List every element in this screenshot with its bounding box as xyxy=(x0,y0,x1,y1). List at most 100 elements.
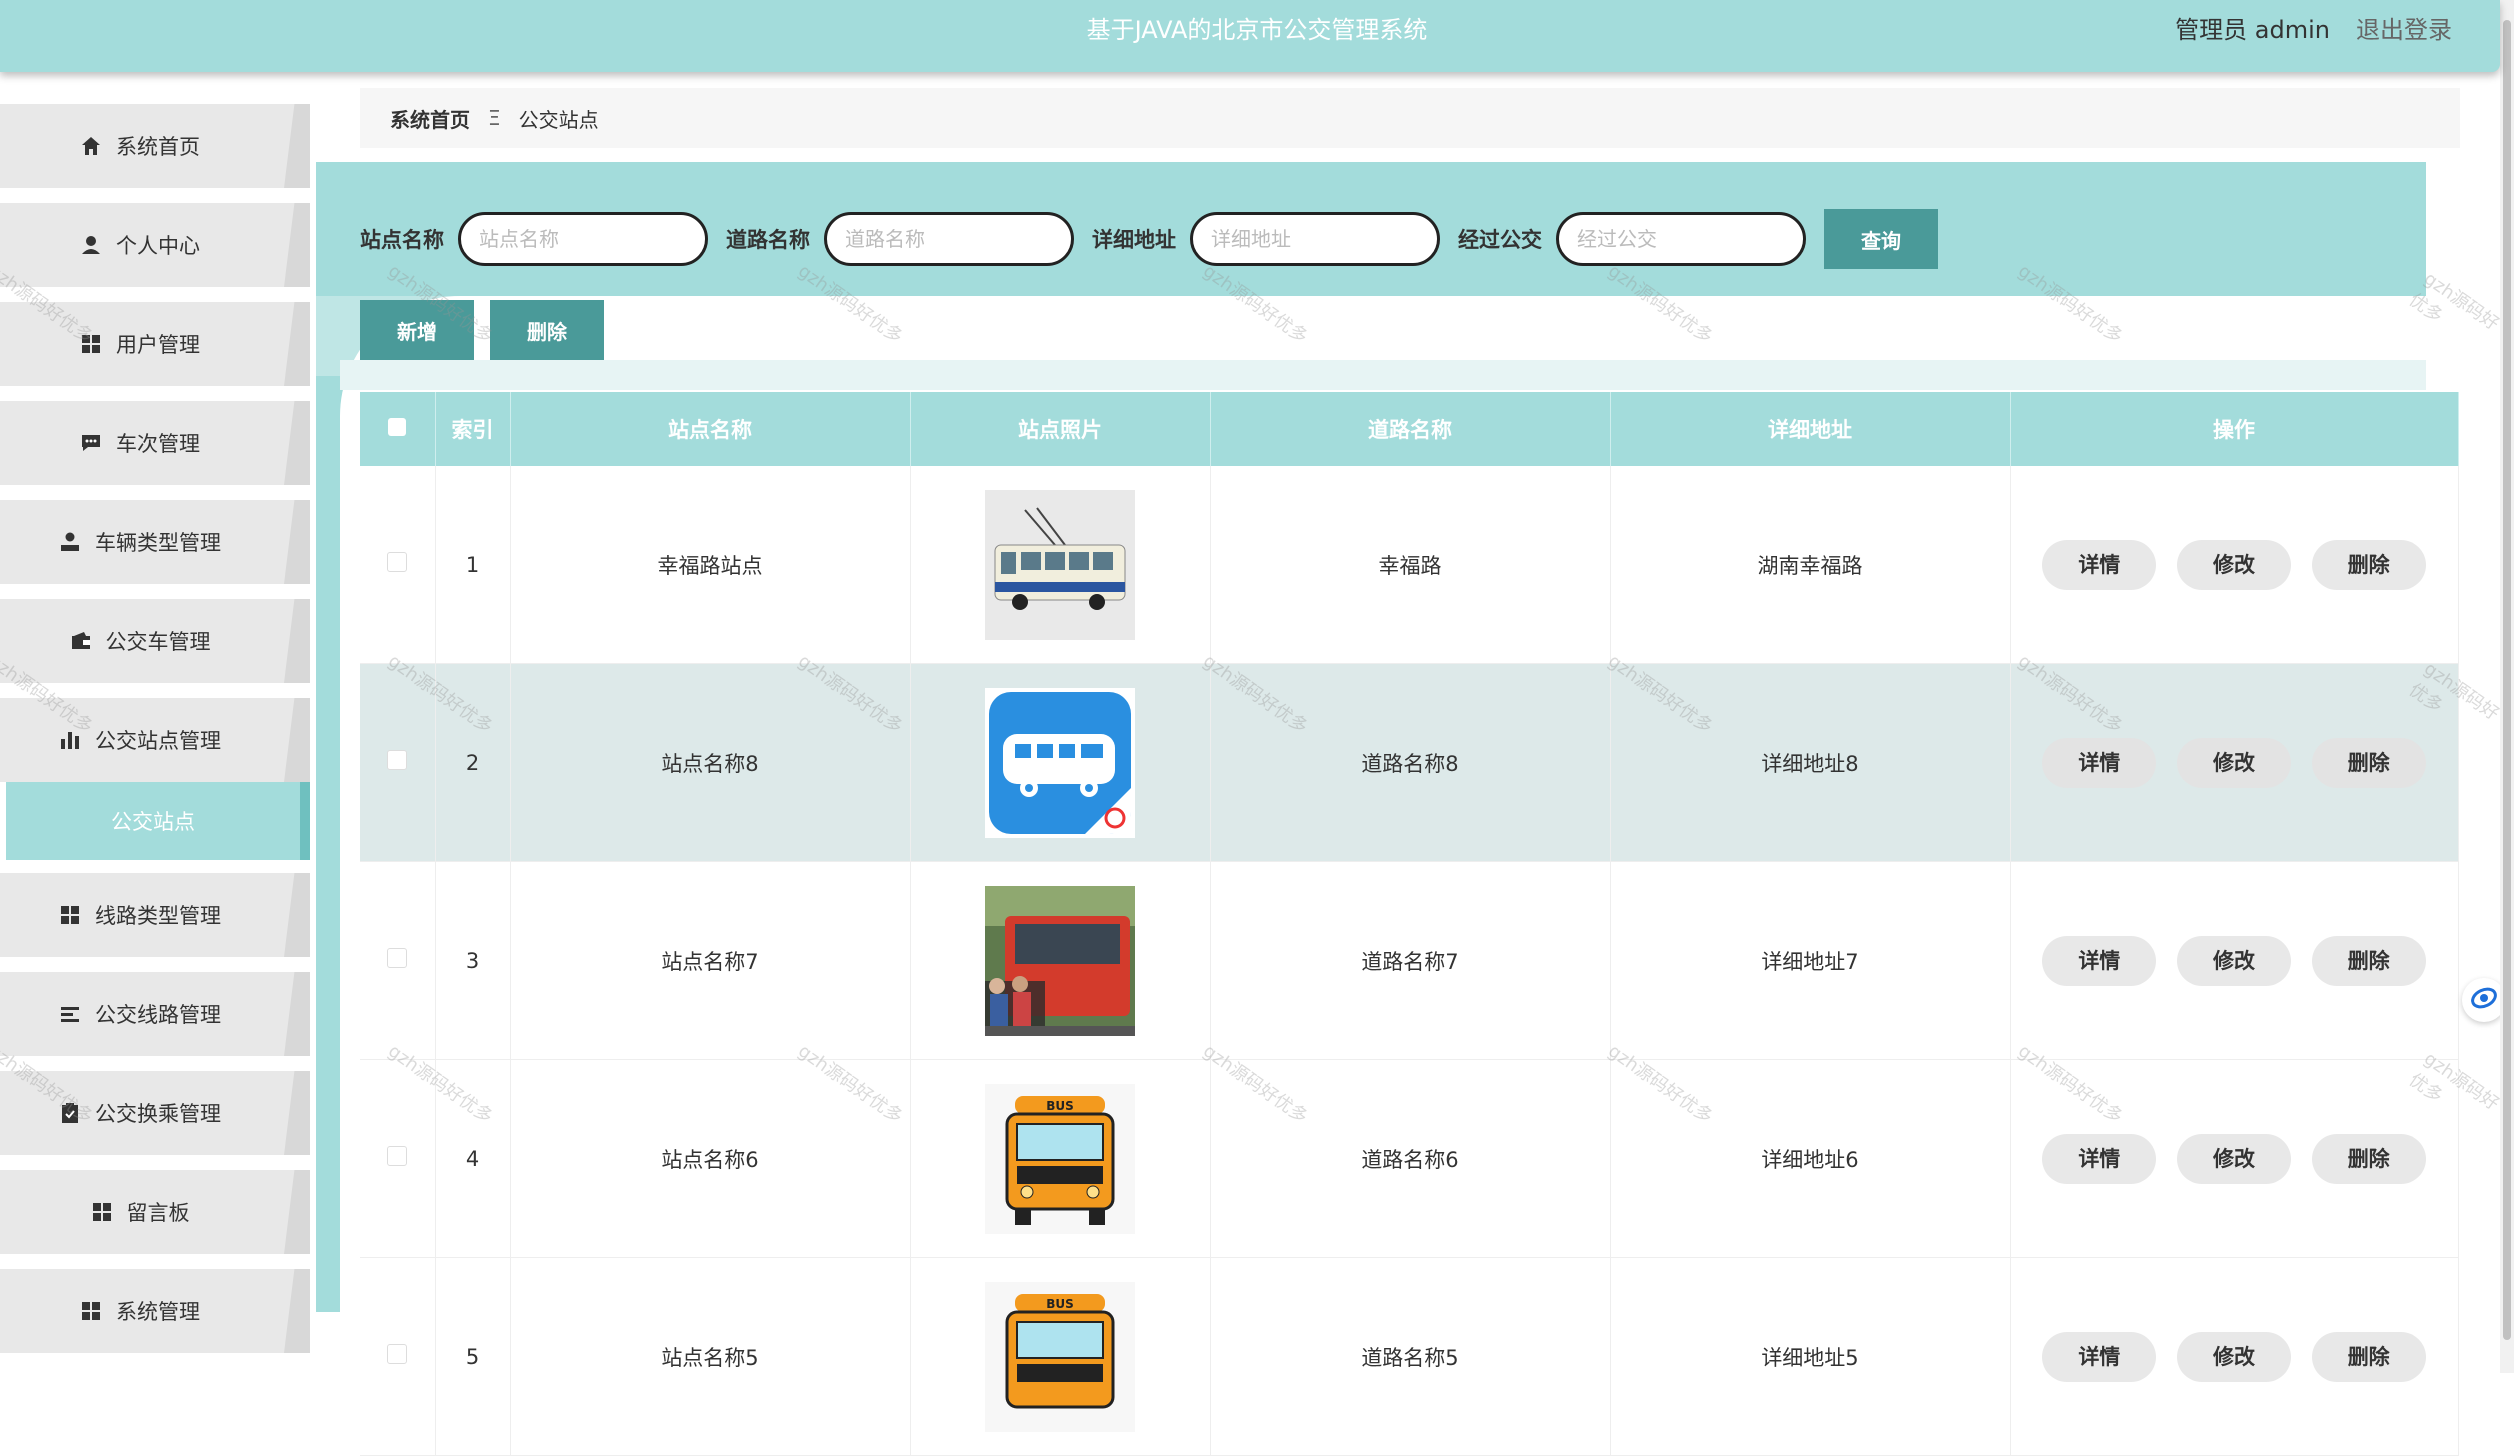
address-label: 详细地址 xyxy=(1092,228,1176,252)
grid-icon xyxy=(91,1201,113,1223)
index-cell: 1 xyxy=(435,466,511,664)
road-cell: 道路名称8 xyxy=(1210,663,1611,862)
sidebar-item-label: 系统首页 xyxy=(116,135,200,159)
delete-button[interactable]: 删除 xyxy=(2311,737,2426,788)
trolleybus-photo xyxy=(985,489,1135,640)
column-header: 详细地址 xyxy=(1610,392,2011,466)
table-row: 2 站点名称8 道路名称8 详细地址8 详情 修改 删除 xyxy=(360,663,2459,862)
address-input[interactable] xyxy=(1190,212,1440,266)
sidebar-item-personal[interactable]: 个人中心 xyxy=(0,203,310,287)
station-name-input[interactable] xyxy=(458,212,708,266)
station-name-label: 站点名称 xyxy=(360,228,444,252)
passing-bus-input[interactable] xyxy=(1556,212,1806,266)
road-cell: 幸福路 xyxy=(1210,466,1611,664)
search-form: 站点名称 道路名称 详细地址 经过公交 查询 xyxy=(360,208,1938,270)
sidebar-item-label: 个人中心 xyxy=(116,234,200,258)
add-button[interactable]: 新增 xyxy=(360,300,474,360)
sidebar-item-home[interactable]: 系统首页 xyxy=(0,104,310,188)
logout-link[interactable]: 退出登录 xyxy=(2356,0,2452,60)
address-cell: 湖南幸福路 xyxy=(1610,466,2011,664)
station-cell: 站点名称6 xyxy=(510,1059,911,1258)
grid-icon xyxy=(80,333,102,355)
query-button[interactable]: 查询 xyxy=(1824,209,1938,269)
sidebar-item-routes[interactable]: 公交线路管理 xyxy=(0,972,310,1056)
breadcrumb-home[interactable]: 系统首页 xyxy=(390,104,470,133)
grid-icon xyxy=(59,904,81,926)
edit-button[interactable]: 修改 xyxy=(2177,1133,2291,1184)
detail-button[interactable]: 详情 xyxy=(2042,935,2157,986)
wallet-icon xyxy=(70,630,92,652)
station-cell: 站点名称7 xyxy=(510,861,911,1060)
sidebar-item-transfers[interactable]: 公交换乘管理 xyxy=(0,1071,310,1155)
index-cell: 2 xyxy=(435,663,511,862)
edit-button[interactable]: 修改 xyxy=(2177,539,2291,590)
delete-button[interactable]: 删除 xyxy=(2311,539,2426,590)
breadcrumb-separator: Ξ xyxy=(488,106,501,130)
station-cell: 站点名称8 xyxy=(510,663,911,862)
select-all-cell[interactable] xyxy=(360,392,436,466)
select-all-checkbox[interactable] xyxy=(388,418,407,436)
sidebar-item-label: 留言板 xyxy=(126,1201,190,1225)
row-checkbox[interactable] xyxy=(387,1344,408,1364)
edit-button[interactable]: 修改 xyxy=(2177,1331,2291,1382)
road-cell: 道路名称7 xyxy=(1210,861,1611,1060)
sidebar-item-stations[interactable]: 公交站点管理 xyxy=(0,698,310,782)
delete-button[interactable]: 删除 xyxy=(2311,1331,2426,1382)
column-header: 道路名称 xyxy=(1210,392,1611,466)
sidebar-item-message-board[interactable]: 留言板 xyxy=(0,1170,310,1254)
bar-chart-icon xyxy=(59,729,81,751)
batch-delete-button[interactable]: 删除 xyxy=(490,300,604,360)
sidebar-item-system[interactable]: 系统管理 xyxy=(0,1269,310,1353)
person-icon xyxy=(80,234,102,256)
sidebar-item-users[interactable]: 用户管理 xyxy=(0,302,310,386)
page-scrollbar[interactable] xyxy=(2500,0,2514,1373)
row-checkbox[interactable] xyxy=(387,750,408,770)
svg-text:BUS: BUS xyxy=(1046,1297,1074,1311)
address-cell: 详细地址5 xyxy=(1610,1257,2011,1456)
table-row: 1 幸福路站点 幸福路 湖南幸福路 详情 修改 删除 xyxy=(360,466,2459,664)
column-header: 索引 xyxy=(435,392,511,466)
road-name-label: 道路名称 xyxy=(726,228,810,252)
column-header: 站点名称 xyxy=(510,392,911,466)
address-cell: 详细地址7 xyxy=(1610,861,2011,1060)
edit-button[interactable]: 修改 xyxy=(2177,737,2291,788)
edit-button[interactable]: 修改 xyxy=(2177,935,2291,986)
delete-button[interactable]: 删除 xyxy=(2311,935,2426,986)
index-cell: 3 xyxy=(435,861,511,1060)
row-checkbox[interactable] xyxy=(387,948,408,968)
sidebar: 系统首页 个人中心 用户管理 车次管理 车辆类型管理 公交车管理 公交站点管理 … xyxy=(0,102,316,1373)
svg-text:BUS: BUS xyxy=(1046,1099,1074,1113)
sidebar-item-label: 公交线路管理 xyxy=(95,1003,221,1027)
index-cell: 5 xyxy=(435,1257,511,1456)
detail-button[interactable]: 详情 xyxy=(2042,737,2157,788)
sidebar-item-label: 用户管理 xyxy=(116,333,200,357)
sidebar-item-vehicle-types[interactable]: 车辆类型管理 xyxy=(0,500,310,584)
grid-icon xyxy=(80,1300,102,1322)
detail-button[interactable]: 详情 xyxy=(2042,1133,2157,1184)
row-checkbox[interactable] xyxy=(387,552,408,572)
chat-icon xyxy=(80,432,102,454)
school-bus-icon: BUS xyxy=(985,1083,1135,1234)
clipboard-icon xyxy=(59,1102,81,1124)
detail-button[interactable]: 详情 xyxy=(2042,539,2157,590)
road-cell: 道路名称5 xyxy=(1210,1257,1611,1456)
column-header: 站点照片 xyxy=(910,392,1211,466)
bus-app-icon xyxy=(985,687,1135,838)
sidebar-item-route-types[interactable]: 线路类型管理 xyxy=(0,873,310,957)
sidebar-item-label: 车辆类型管理 xyxy=(95,531,221,555)
column-header: 操作 xyxy=(2010,392,2459,466)
table-row: 3 站点名称7 道路名称7 详细地址7 详情 修改 删除 xyxy=(360,861,2459,1060)
row-checkbox[interactable] xyxy=(387,1146,408,1166)
station-table: 索引 站点名称 站点照片 道路名称 详细地址 操作 1 幸福路站点 幸福路 湖南… xyxy=(360,392,2459,1456)
delete-button[interactable]: 删除 xyxy=(2311,1133,2426,1184)
detail-button[interactable]: 详情 xyxy=(2042,1331,2157,1382)
sidebar-item-label: 公交车管理 xyxy=(105,630,211,654)
sidebar-item-buses[interactable]: 公交车管理 xyxy=(0,599,310,683)
scrollbar-thumb[interactable] xyxy=(2503,20,2511,1340)
table-header-row: 索引 站点名称 站点照片 道路名称 详细地址 操作 xyxy=(360,392,2459,466)
address-cell: 详细地址6 xyxy=(1610,1059,2011,1258)
sidebar-subitem-stations[interactable]: 公交站点 xyxy=(6,782,310,860)
road-name-input[interactable] xyxy=(824,212,1074,266)
sidebar-item-trips[interactable]: 车次管理 xyxy=(0,401,310,485)
app-title: 基于JAVA的北京市公交管理系统 xyxy=(1086,16,1428,44)
